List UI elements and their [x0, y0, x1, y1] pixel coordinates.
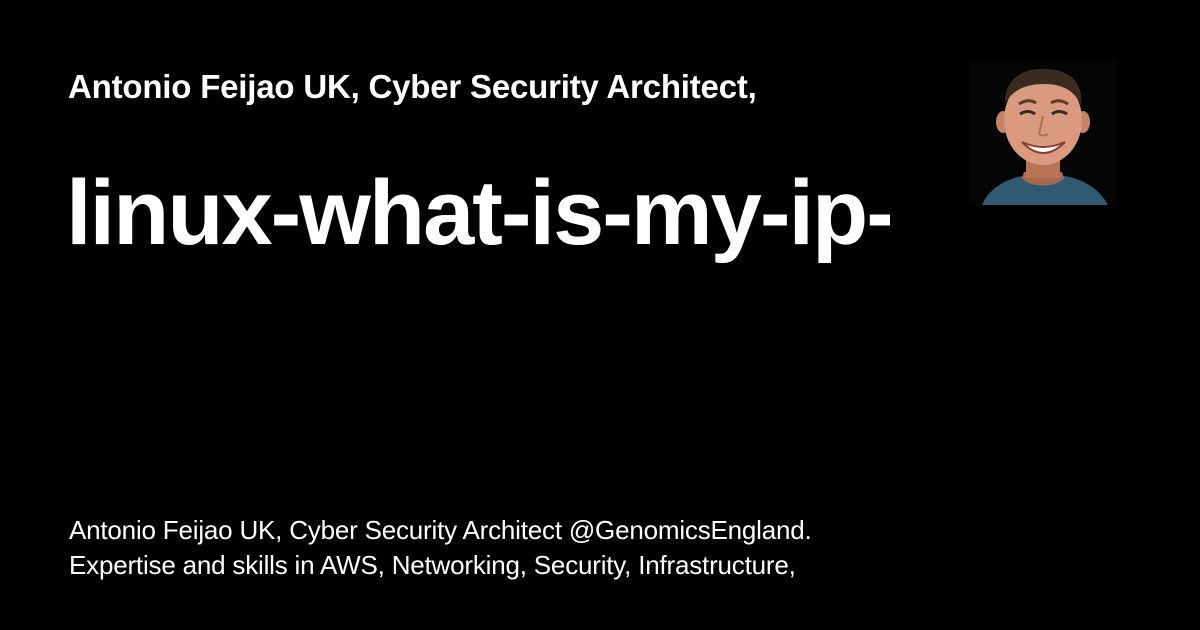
description-line-1: Antonio Feijao UK, Cyber Security Archit… [69, 515, 812, 545]
avatar [970, 60, 1116, 205]
page-title: linux-what-is-my-ip-address [66, 162, 890, 264]
avatar-photo [970, 60, 1116, 205]
author-line: Antonio Feijao UK, Cyber Security Archit… [68, 68, 757, 105]
description-line-2: Expertise and skills in AWS, Networking,… [69, 550, 796, 580]
description: Antonio Feijao UK, Cyber Security Archit… [69, 513, 969, 583]
page-title-container: linux-what-is-my-ip-address [66, 158, 890, 268]
